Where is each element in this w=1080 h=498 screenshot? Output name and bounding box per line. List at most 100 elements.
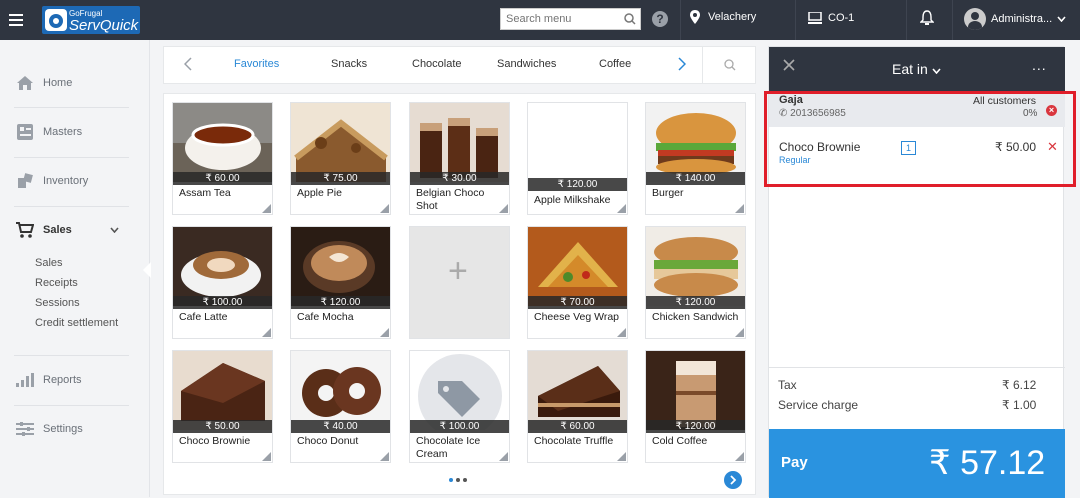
phone-icon: ✆ bbox=[779, 108, 788, 119]
item-price: ₹ 70.00 bbox=[528, 296, 627, 309]
menu-item-chicken-sandwich[interactable]: ₹ 120.00 Chicken Sandwich bbox=[645, 226, 746, 339]
tab-sandwiches[interactable]: Sandwiches bbox=[497, 58, 556, 70]
close-icon[interactable] bbox=[783, 59, 795, 71]
page-dot[interactable] bbox=[449, 478, 453, 482]
search-icon[interactable] bbox=[624, 13, 636, 25]
tax-label: Tax bbox=[778, 378, 797, 392]
food-image bbox=[291, 351, 390, 430]
food-image bbox=[646, 103, 745, 182]
item-name: Chocolate Truffle bbox=[534, 435, 614, 447]
add-item-tile[interactable]: + bbox=[409, 226, 510, 339]
chevron-right-icon[interactable] bbox=[678, 57, 686, 71]
remove-customer-icon[interactable]: × bbox=[1046, 105, 1057, 116]
menu-item-burger[interactable]: ₹ 140.00 Burger bbox=[645, 102, 746, 215]
order-line-item[interactable]: Choco Brownie Regular 1 ₹ 50.00 ✕ bbox=[769, 131, 1065, 181]
food-image bbox=[291, 103, 390, 182]
sidebar-subitem-sales[interactable]: Sales bbox=[35, 257, 63, 269]
pay-label: Pay bbox=[781, 454, 808, 471]
chevron-down-icon bbox=[1057, 16, 1066, 22]
item-price: ₹ 120.00 bbox=[646, 296, 745, 309]
item-name: Cafe Latte bbox=[179, 311, 228, 323]
sidebar-item-sales[interactable]: Sales bbox=[0, 206, 150, 254]
sidebar-item-masters[interactable]: Masters bbox=[0, 108, 150, 156]
food-image bbox=[410, 103, 509, 182]
customer-name: Gaja bbox=[779, 94, 803, 106]
food-image bbox=[410, 351, 509, 430]
line-item-amount: ₹ 50.00 bbox=[995, 140, 1036, 154]
sidebar-subitem-credit-settlement[interactable]: Credit settlement bbox=[35, 317, 118, 329]
help-icon[interactable]: ? bbox=[652, 11, 668, 27]
tab-coffee[interactable]: Coffee bbox=[599, 58, 631, 70]
order-type-selector[interactable]: Eat in bbox=[892, 61, 941, 77]
user-menu[interactable]: Administra... bbox=[964, 8, 1066, 30]
tab-chocolate[interactable]: Chocolate bbox=[412, 58, 462, 70]
menu-item-apple-milkshake[interactable]: ₹ 120.00 Apple Milkshake bbox=[527, 102, 628, 215]
menu-item-cafe-mocha[interactable]: ₹ 120.00 Cafe Mocha bbox=[290, 226, 391, 339]
corner-icon bbox=[262, 328, 271, 337]
sidebar-item-label: Masters bbox=[43, 126, 83, 138]
inventory-icon bbox=[16, 172, 34, 190]
menu-item-choco-donut[interactable]: ₹ 40.00 Choco Donut bbox=[290, 350, 391, 463]
corner-icon bbox=[499, 204, 508, 213]
item-name: Chicken Sandwich bbox=[652, 311, 739, 323]
tab-favorites[interactable]: Favorites bbox=[234, 58, 279, 70]
corner-icon bbox=[617, 328, 626, 337]
sidebar-item-inventory[interactable]: Inventory bbox=[0, 157, 150, 205]
page-dot[interactable] bbox=[456, 478, 460, 482]
item-price: ₹ 30.00 bbox=[410, 172, 509, 185]
menu-item-chocolate-truffle[interactable]: ₹ 60.00 Chocolate Truffle bbox=[527, 350, 628, 463]
sidebar-item-settings[interactable]: Settings bbox=[0, 405, 150, 453]
item-price: ₹ 60.00 bbox=[173, 172, 272, 185]
corner-icon bbox=[617, 204, 626, 213]
page-dot[interactable] bbox=[463, 478, 467, 482]
register-selector[interactable]: CO-1 bbox=[808, 12, 854, 24]
corner-icon bbox=[735, 328, 744, 337]
next-page-button[interactable] bbox=[724, 471, 742, 489]
line-item-quantity[interactable]: 1 bbox=[901, 141, 916, 155]
menu-item-apple-pie[interactable]: ₹ 75.00 Apple Pie bbox=[290, 102, 391, 215]
sidebar-item-reports[interactable]: Reports bbox=[0, 356, 150, 404]
food-image bbox=[173, 103, 272, 182]
sidebar-item-home[interactable]: Home bbox=[0, 59, 150, 107]
more-options-button[interactable]: ... bbox=[1032, 57, 1047, 73]
sidebar-subitem-receipts[interactable]: Receipts bbox=[35, 277, 78, 289]
menu-item-cafe-latte[interactable]: ₹ 100.00 Cafe Latte bbox=[172, 226, 273, 339]
menu-item-assam-tea[interactable]: ₹ 60.00 Assam Tea bbox=[172, 102, 273, 215]
menu-grid: ₹ 60.00 Assam Tea ₹ 75.00 Apple Pie ₹ 30… bbox=[163, 93, 756, 495]
app-logo[interactable]: GoFrugal ServQuick bbox=[42, 6, 140, 34]
menu-item-belgian-choco-shot[interactable]: ₹ 30.00 Belgian Choco Shot bbox=[409, 102, 510, 215]
menu-search[interactable] bbox=[500, 8, 641, 30]
customer-group: All customers bbox=[973, 95, 1037, 107]
customer-row[interactable]: Gaja ✆ 2013656985 All customers 0% × bbox=[769, 93, 1065, 127]
category-search-button[interactable] bbox=[702, 47, 757, 83]
divider bbox=[680, 0, 681, 40]
pay-button[interactable]: Pay ₹ 57.12 bbox=[769, 429, 1065, 498]
bell-icon bbox=[919, 10, 935, 25]
masters-icon bbox=[16, 123, 34, 141]
category-tabs: Favorites Snacks Chocolate Sandwiches Co… bbox=[163, 46, 756, 84]
item-name: Burger bbox=[652, 187, 684, 199]
location-selector[interactable]: Velachery bbox=[690, 10, 756, 24]
corner-icon bbox=[262, 452, 271, 461]
sidebar-subitem-sessions[interactable]: Sessions bbox=[35, 297, 80, 309]
chevron-left-icon[interactable] bbox=[184, 57, 192, 71]
chevron-right-icon bbox=[730, 475, 737, 485]
chevron-down-icon[interactable] bbox=[110, 227, 119, 233]
search-input[interactable] bbox=[501, 9, 619, 29]
hamburger-menu-button[interactable] bbox=[0, 0, 32, 40]
food-image bbox=[528, 351, 627, 430]
item-price: ₹ 140.00 bbox=[646, 172, 745, 185]
menu-item-cheese-veg-wrap[interactable]: ₹ 70.00 Cheese Veg Wrap bbox=[527, 226, 628, 339]
menu-item-cold-coffee[interactable]: ₹ 120.00 Cold Coffee bbox=[645, 350, 746, 463]
tab-snacks[interactable]: Snacks bbox=[331, 58, 367, 70]
menu-item-chocolate-ice-cream[interactable]: ₹ 100.00 Chocolate Ice Cream bbox=[409, 350, 510, 463]
notifications-button[interactable] bbox=[919, 10, 935, 31]
line-item-variant[interactable]: Regular bbox=[779, 155, 811, 165]
item-name: Choco Donut bbox=[297, 435, 359, 447]
menu-item-choco-brownie[interactable]: ₹ 50.00 Choco Brownie bbox=[172, 350, 273, 463]
reports-icon bbox=[16, 371, 34, 389]
chevron-down-icon bbox=[932, 68, 941, 75]
remove-item-icon[interactable]: ✕ bbox=[1047, 139, 1058, 155]
cart-icon bbox=[16, 221, 34, 239]
corner-icon bbox=[380, 328, 389, 337]
